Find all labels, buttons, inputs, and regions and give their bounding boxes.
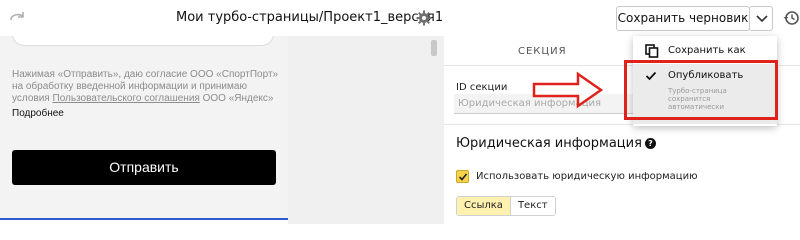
preview-bottom-edge — [0, 218, 288, 224]
legal-info-title: Юридическая информация? — [456, 136, 656, 151]
red-arrow-annotation — [532, 71, 604, 109]
preview-input-field[interactable] — [12, 36, 274, 46]
pane-divider — [288, 36, 444, 224]
consent-text-end: ООО «Яндекс» — [199, 93, 274, 104]
save-draft-button[interactable]: Сохранить черновик — [616, 6, 750, 31]
segment-link[interactable]: Ссылка — [457, 197, 511, 215]
link-text-switch: Ссылка Текст — [456, 196, 556, 216]
highlight-box — [624, 60, 778, 120]
consent-text: Нажимая «Отправить», даю согласие ООО «С… — [12, 69, 280, 105]
help-icon[interactable]: ? — [644, 138, 656, 149]
legal-info-title-text: Юридическая информация — [456, 136, 642, 151]
chevron-down-icon — [756, 15, 768, 23]
menu-item-save-as-label: Сохранить как — [668, 45, 746, 56]
gear-icon[interactable] — [416, 10, 432, 26]
more-link[interactable]: Подробнее — [12, 108, 64, 119]
segment-text[interactable]: Текст — [510, 197, 555, 215]
section-header-label: СЕКЦИЯ — [518, 46, 567, 57]
checkmark-icon — [458, 173, 468, 181]
preview-pane: Нажимая «Отправить», даю согласие ООО «С… — [0, 36, 288, 224]
history-icon[interactable] — [783, 10, 799, 26]
use-legal-info-label[interactable]: Использовать юридическую информацию — [476, 171, 698, 182]
page-title: Мои турбо-страницы/Проект1_версия1 — [176, 10, 444, 25]
redo-icon[interactable] — [8, 8, 26, 26]
save-options-toggle[interactable] — [749, 6, 773, 31]
menu-item-save-as[interactable]: Сохранить как — [633, 40, 777, 62]
use-legal-info-checkbox[interactable] — [456, 170, 469, 183]
top-bar: Мои турбо-страницы/Проект1_версия1 Сохра… — [0, 0, 800, 36]
section-id-label: ID секции — [456, 82, 508, 93]
copy-icon — [645, 44, 659, 58]
submit-button[interactable]: Отправить — [12, 150, 276, 185]
user-agreement-link[interactable]: Пользовательского соглашения — [53, 93, 200, 104]
scrollbar[interactable] — [431, 40, 437, 56]
